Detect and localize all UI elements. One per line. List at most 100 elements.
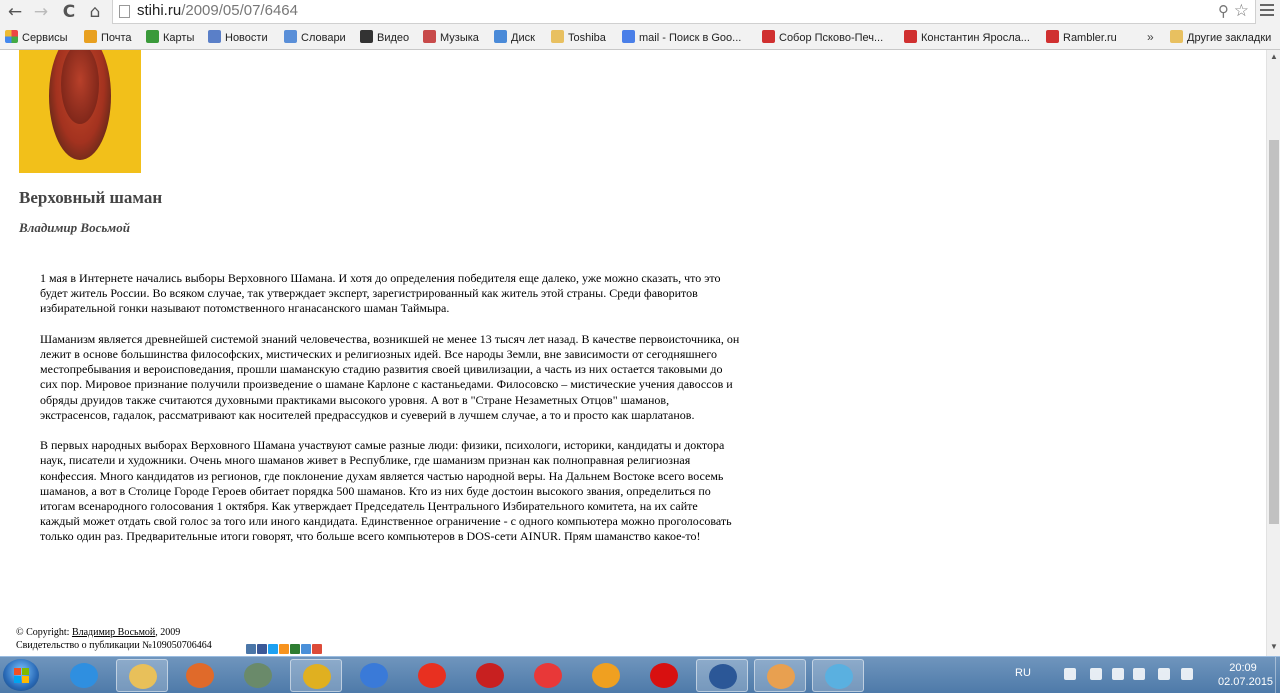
bookmarks-bar: Сервисы Почта Карты Новости Словари Виде…: [0, 26, 1280, 50]
bookmark-rambler[interactable]: Rambler.ru: [1046, 30, 1117, 46]
facebook-icon[interactable]: [257, 644, 267, 654]
twitter-icon[interactable]: [268, 644, 278, 654]
bookmark-sobor[interactable]: Собор Псково-Печ...: [762, 30, 883, 46]
bookmark-mail[interactable]: Почта: [84, 30, 132, 46]
bookmark-news[interactable]: Новости: [208, 30, 268, 46]
more-bookmarks-chevron[interactable]: »: [1147, 30, 1154, 44]
taskbar-app-opera[interactable]: [638, 659, 690, 692]
bookmark-label: Музыка: [440, 32, 479, 44]
livejournal-icon[interactable]: [290, 644, 300, 654]
taskbar-app-word[interactable]: [696, 659, 748, 692]
bookmark-toshiba[interactable]: Toshiba: [551, 30, 606, 46]
tray-flag-icon[interactable]: [1181, 668, 1193, 680]
bookmark-other[interactable]: Другие закладки: [1170, 30, 1271, 46]
back-arrow-icon[interactable]: ←: [4, 1, 26, 23]
folder-icon: [551, 30, 564, 43]
kaspersky-icon: [476, 663, 504, 688]
taskbar-app-media-player[interactable]: [174, 659, 226, 692]
taskbar-app-yandex-browser[interactable]: [406, 659, 458, 692]
copyright-block: © Copyright: Владимир Восьмой, 2009 Свид…: [16, 626, 212, 652]
tray-network-icon[interactable]: [1064, 668, 1076, 680]
bookmark-label: Rambler.ru: [1063, 32, 1117, 44]
taskbar-app-internet-explorer[interactable]: [58, 659, 110, 692]
reload-icon[interactable]: C: [58, 1, 80, 23]
show-desktop-button[interactable]: [1275, 657, 1280, 693]
taskbar-app-eye-app[interactable]: [754, 659, 806, 692]
tray-device-icon[interactable]: [1158, 668, 1170, 680]
folder-icon: [1170, 30, 1183, 43]
clock-time: 20:09: [1229, 662, 1257, 674]
bookmark-label: Диск: [511, 32, 535, 44]
menu-icon[interactable]: [1260, 4, 1274, 19]
start-button[interactable]: [3, 659, 39, 691]
bookmark-label: Новости: [225, 32, 268, 44]
address-bar[interactable]: stihi.ru/2009/05/07/6464 ⚲ ☆: [112, 0, 1256, 24]
url-text[interactable]: stihi.ru/2009/05/07/6464: [137, 2, 298, 19]
author-name[interactable]: Владимир Восьмой: [19, 220, 130, 236]
browser-toolbar: ← → C ⌂ stihi.ru/2009/05/07/6464 ⚲ ☆: [0, 0, 1280, 26]
tray-battery-icon[interactable]: [1133, 668, 1145, 680]
bookmark-google-search[interactable]: mail - Поиск в Goo...: [622, 30, 741, 46]
page-title: Верховный шаман: [19, 188, 163, 207]
copyright-author-link[interactable]: Владимир Восьмой: [72, 627, 155, 638]
author-portrait: [19, 50, 141, 173]
home-icon[interactable]: ⌂: [84, 1, 106, 23]
yandex-browser-icon: [418, 663, 446, 688]
clock[interactable]: 20:09 02.07.2015: [1218, 661, 1274, 689]
paragraph: 1 мая в Интернете начались выборы Верхов…: [40, 271, 721, 316]
bookmark-dictionaries[interactable]: Словари: [284, 30, 346, 46]
bookmark-disk[interactable]: Диск: [494, 30, 535, 46]
language-indicator[interactable]: RU: [1015, 667, 1031, 679]
eye-app-icon: [767, 664, 795, 689]
taskbar-app-yandex[interactable]: [522, 659, 574, 692]
tray-volume-icon[interactable]: [1112, 668, 1124, 680]
yandex-icon: [904, 30, 917, 43]
url-host: stihi.ru: [137, 2, 182, 19]
certificate-line: Свидетельство о публикации №109050706464: [16, 640, 212, 651]
googleplus-icon[interactable]: [312, 644, 322, 654]
bookmark-label: Собор Псково-Печ...: [779, 32, 884, 44]
file-explorer-icon: [129, 664, 157, 689]
bookmark-label: Карты: [163, 32, 195, 44]
bookmark-maps[interactable]: Карты: [146, 30, 194, 46]
search-icon[interactable]: ⚲: [1218, 2, 1229, 20]
yandex-icon: [534, 663, 562, 688]
taskbar-app-weather[interactable]: [580, 659, 632, 692]
clock-date: 02.07.2015: [1218, 676, 1274, 688]
odnoklassniki-icon[interactable]: [279, 644, 289, 654]
internet-explorer-icon: [70, 663, 98, 688]
mail-icon: [84, 30, 97, 43]
bookmark-services[interactable]: Сервисы: [5, 30, 68, 46]
yandex-icon: [1046, 30, 1059, 43]
media-center-icon: [244, 663, 272, 688]
taskbar-app-file-explorer[interactable]: [116, 659, 168, 692]
disk-icon: [494, 30, 507, 43]
scroll-thumb[interactable]: [1269, 140, 1279, 524]
bookmark-label: Сервисы: [22, 32, 68, 44]
paragraph: В первых народных выборах Верховного Шам…: [40, 438, 732, 544]
taskbar-app-media-center[interactable]: [232, 659, 284, 692]
bookmark-label: Другие закладки: [1187, 32, 1272, 44]
mailru-icon[interactable]: [301, 644, 311, 654]
bookmark-music[interactable]: Музыка: [423, 30, 479, 46]
share-buttons: [246, 641, 323, 654]
page-scrollbar[interactable]: ▲ ▼: [1266, 50, 1280, 656]
vk-icon[interactable]: [246, 644, 256, 654]
bookmark-label: Видео: [377, 32, 410, 44]
taskbar-app-kaspersky[interactable]: [464, 659, 516, 692]
tray-antivirus-icon[interactable]: [1090, 668, 1102, 680]
forward-arrow-icon[interactable]: →: [30, 1, 52, 23]
bookmark-label: Константин Яросла...: [921, 32, 1030, 44]
bookmark-video[interactable]: Видео: [360, 30, 409, 46]
taskbar-app-mail[interactable]: [348, 659, 400, 692]
paragraph: Шаманизм является древнейшей системой зн…: [40, 331, 740, 422]
windows-logo-icon: [14, 676, 21, 683]
bookmark-star-icon[interactable]: ☆: [1234, 1, 1249, 21]
bookmark-konstantin[interactable]: Константин Яросла...: [904, 30, 1030, 46]
taskbar-app-paint[interactable]: [812, 659, 864, 692]
bookmark-label: Почта: [101, 32, 132, 44]
taskbar-app-chrome[interactable]: [290, 659, 342, 692]
scroll-up-arrow-icon[interactable]: ▲: [1270, 52, 1278, 61]
scroll-down-arrow-icon[interactable]: ▼: [1270, 642, 1278, 651]
article-text: 1 мая в Интернете начались выборы Верхов…: [40, 271, 740, 560]
